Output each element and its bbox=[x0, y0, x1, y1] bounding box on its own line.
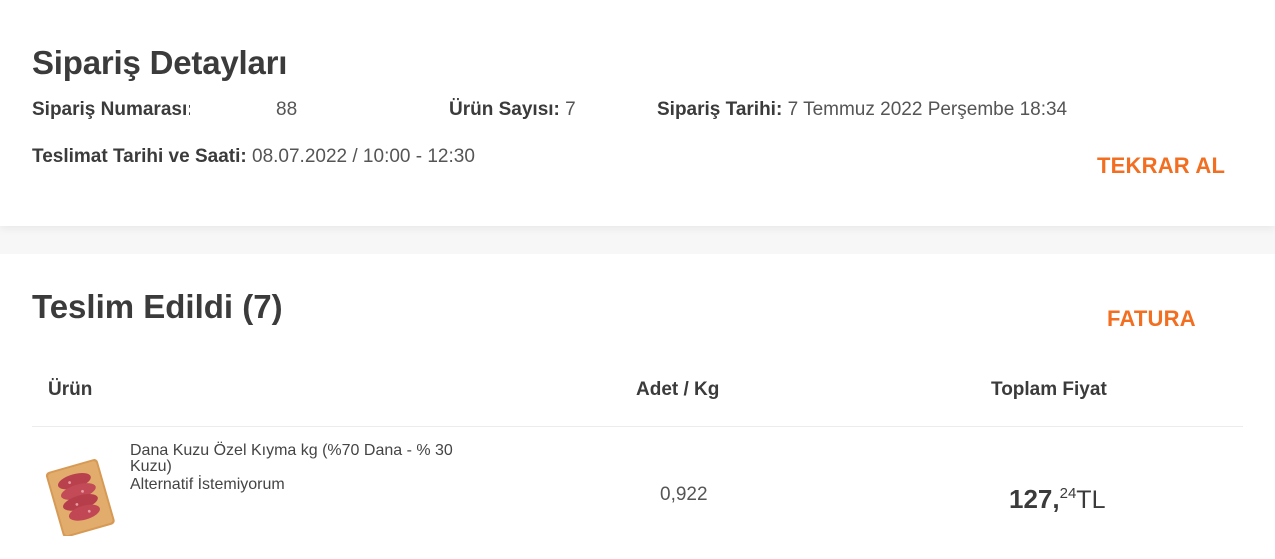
table-divider bbox=[32, 426, 1243, 427]
reorder-button[interactable]: TEKRAR AL bbox=[1097, 153, 1225, 179]
item-count-label: Ürün Sayısı: bbox=[449, 99, 560, 120]
item-count: Ürün Sayısı: 7 bbox=[449, 99, 576, 121]
price-decimal: 24 bbox=[1059, 485, 1077, 502]
invoice-button[interactable]: FATURA bbox=[1107, 306, 1196, 332]
product-note: Alternatif İstemiyorum bbox=[130, 476, 285, 493]
price-currency: TL bbox=[1076, 486, 1106, 514]
page-title: Sipariş Detayları bbox=[32, 44, 288, 81]
order-details-card bbox=[0, 0, 1275, 226]
delivery-time-value: 08.07.2022 / 10:00 - 12:30 bbox=[252, 146, 475, 167]
delivery-time-label: Teslimat Tarihi ve Saati: bbox=[32, 146, 247, 167]
delivery-time: Teslimat Tarihi ve Saati: 08.07.2022 / 1… bbox=[32, 146, 475, 168]
section-title-delivered: Teslim Edildi (7) bbox=[32, 288, 283, 325]
order-date-value: 7 Temmuz 2022 Perşembe 18:34 bbox=[787, 99, 1068, 120]
item-count-value: 7 bbox=[565, 99, 576, 120]
order-number-value: 88 bbox=[276, 99, 298, 120]
order-date: Sipariş Tarihi: 7 Temmuz 2022 Perşembe 1… bbox=[657, 99, 1067, 121]
order-date-label: Sipariş Tarihi: bbox=[657, 99, 783, 120]
column-header-total: Toplam Fiyat bbox=[991, 379, 1107, 400]
product-quantity: 0,922 bbox=[660, 484, 708, 505]
price-integer: 127, bbox=[1009, 484, 1060, 514]
product-image[interactable] bbox=[44, 458, 118, 536]
product-price: 127,24TL bbox=[1009, 484, 1105, 515]
column-header-product: Ürün bbox=[48, 379, 93, 400]
order-number-label: Sipariş Numarası: bbox=[32, 99, 190, 120]
column-header-quantity: Adet / Kg bbox=[636, 379, 720, 400]
product-name[interactable]: Dana Kuzu Özel Kıyma kg (%70 Dana - % 30… bbox=[130, 443, 490, 475]
